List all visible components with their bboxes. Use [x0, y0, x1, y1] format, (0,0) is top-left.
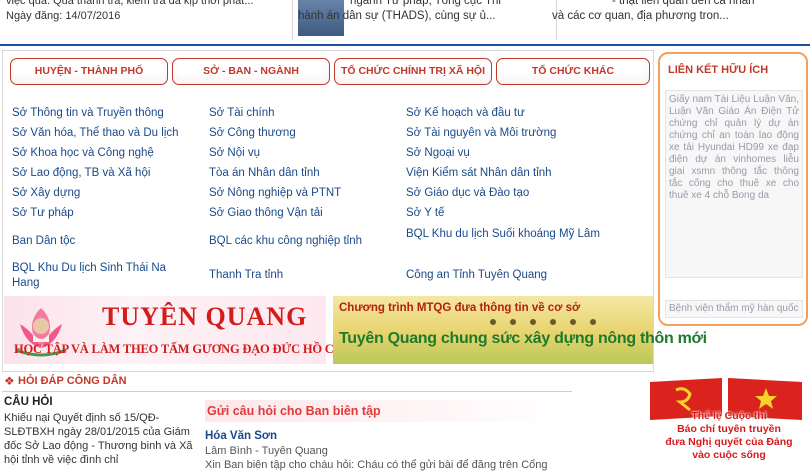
banner-title: Chương trình MTQG đưa thông tin về cơ sở — [339, 302, 581, 314]
banner-title: TUYÊN QUANG — [102, 302, 308, 331]
department-link[interactable]: BQL Khu du lịch Suối khoáng Mỹ Lâm — [406, 227, 606, 242]
farmers-illustration-icon — [490, 319, 596, 325]
department-link[interactable]: Sở Giáo dục và Đào tạo — [406, 186, 529, 201]
flag-banner-text: Thể lệ Cuộc thi Báo chí tuyên truyền đưa… — [644, 410, 810, 462]
department-link[interactable]: Sở Công thương — [209, 126, 296, 141]
qa-section-header: ❖ HỎI ĐÁP CÔNG DÂN — [2, 372, 572, 392]
news-excerpt: và các cơ quan, địa phương tron... — [552, 10, 729, 22]
useful-links-select[interactable]: Bệnh viện thẩm mỹ hàn quốc — [665, 300, 803, 318]
department-link[interactable]: BQL Khu Du lịch Sinh Thái Na Hang — [12, 261, 192, 291]
asker-location: Lâm Bình - Tuyên Quang — [205, 445, 328, 457]
news-excerpt: - thật liên quan đến cá nhân — [612, 0, 755, 7]
department-link[interactable]: Sở Nông nghiệp và PTNT — [209, 186, 341, 201]
department-link[interactable]: Sở Khoa học và Công nghệ — [12, 146, 154, 161]
department-link[interactable]: Sở Giao thông Vận tải — [209, 206, 323, 221]
news-excerpt: ngành Tư pháp, Tổng cục Thi — [350, 0, 501, 7]
department-link[interactable]: Sở Thông tin và Truyền thông — [12, 106, 164, 121]
divider — [292, 0, 293, 40]
department-link[interactable]: Sở Nội vụ — [209, 146, 260, 161]
asker-message: Xin Ban biên tập cho cháu hỏi: Cháu có t… — [205, 459, 548, 471]
news-excerpt: việc qua. Qua thanh tra, kiểm tra đã kịp… — [6, 0, 254, 7]
news-excerpt: hành án dân sự (THADS), cùng sự ủ... — [298, 10, 496, 22]
question-label: CÂU HỎI — [4, 396, 53, 408]
department-link[interactable]: Ban Dân tộc — [12, 234, 75, 249]
ask-question-button[interactable]: Gửi câu hỏi cho Ban biên tập — [205, 400, 570, 422]
ask-question-label: Gửi câu hỏi cho Ban biên tập — [207, 404, 381, 418]
tab-huyen-thanh-pho[interactable]: HUYỆN - THÀNH PHỐ — [10, 58, 168, 85]
department-link[interactable]: Sở Kế hoạch và đầu tư — [406, 106, 525, 121]
department-link[interactable]: Viện Kiểm sát Nhân dân tỉnh — [406, 166, 552, 181]
department-link[interactable]: Sở Tư pháp — [12, 206, 74, 221]
banner-subtitle: HỌC TẬP VÀ LÀM THEO TẤM GƯƠNG ĐẠO ĐỨC HỒ… — [14, 342, 386, 356]
news-item-1[interactable]: việc qua. Qua thanh tra, kiểm tra đã kịp… — [6, 0, 288, 24]
top-news-strip: việc qua. Qua thanh tra, kiểm tra đã kịp… — [0, 0, 810, 44]
department-link[interactable]: BQL các khu công nghiệp tỉnh — [209, 234, 362, 249]
news-item-3[interactable]: - thật liên quan đến cá nhân và các cơ q… — [552, 0, 808, 24]
useful-links-title: LIÊN KẾT HỮU ÍCH — [668, 64, 769, 76]
department-link[interactable]: Sở Tài nguyên và Môi trường — [406, 126, 556, 141]
banner-the-le-cuoc-thi[interactable]: Thể lệ Cuộc thi Báo chí tuyên truyền đưa… — [620, 374, 810, 471]
department-link[interactable]: Sở Văn hóa, Thể thao và Du lịch — [12, 126, 179, 141]
department-link[interactable]: Sở Y tế — [406, 206, 444, 221]
qa-section-title: HỎI ĐÁP CÔNG DÂN — [18, 375, 127, 387]
department-link[interactable]: Công an Tỉnh Tuyên Quang — [406, 268, 547, 283]
flag-banner-line: đưa Nghị quyết của Đảng — [665, 436, 793, 448]
flag-banner-line: vào cuộc sống — [692, 449, 766, 461]
department-link[interactable]: Sở Lao động, TB và Xã hội — [12, 166, 150, 181]
section-divider — [0, 44, 810, 46]
banner-nong-thon-moi[interactable]: Chương trình MTQG đưa thông tin về cơ sở… — [333, 296, 707, 364]
useful-links-box: LIÊN KẾT HỮU ÍCH Giấy nam Tài Liệu Luận … — [658, 52, 808, 326]
banner-subtitle: Tuyên Quang chung sức xây dựng nông thôn… — [339, 330, 707, 347]
news-date: Ngày đăng: 14/07/2016 — [6, 10, 121, 22]
tab-so-ban-nganh[interactable]: SỞ - BAN - NGÀNH — [172, 58, 330, 85]
diamond-icon: ❖ — [4, 374, 15, 388]
question-text[interactable]: Khiếu nại Quyết định số 15/QĐ-SLĐTBXH ng… — [4, 411, 200, 467]
department-link[interactable]: Sở Xây dựng — [12, 186, 80, 201]
department-link[interactable]: Thanh Tra tỉnh — [209, 268, 283, 283]
asker-name[interactable]: Hóa Văn Sơn — [205, 430, 277, 442]
tab-to-chuc-chinh-tri[interactable]: TỔ CHỨC CHÍNH TRỊ XÃ HỘI — [334, 58, 492, 85]
department-link[interactable]: Tòa án Nhân dân tỉnh — [209, 166, 320, 181]
tab-to-chuc-khac[interactable]: TỔ CHỨC KHÁC — [496, 58, 650, 85]
useful-links-marquee[interactable]: Giấy nam Tài Liệu Luận Văn, Luận Văn Giá… — [665, 90, 803, 278]
flag-banner-line: Thể lệ Cuộc thi — [691, 410, 767, 422]
banner-hoc-tap-ho-chi-minh[interactable]: TUYÊN QUANG HỌC TẬP VÀ LÀM THEO TẤM GƯƠN… — [4, 296, 386, 364]
department-link[interactable]: Sở Ngoại vụ — [406, 146, 470, 161]
department-link[interactable]: Sở Tài chính — [209, 106, 275, 121]
flag-banner-line: Báo chí tuyên truyền — [677, 423, 781, 435]
news-item-2[interactable]: ngành Tư pháp, Tổng cục Thi hành án dân … — [298, 0, 556, 24]
page: việc qua. Qua thanh tra, kiểm tra đã kịp… — [0, 0, 810, 471]
